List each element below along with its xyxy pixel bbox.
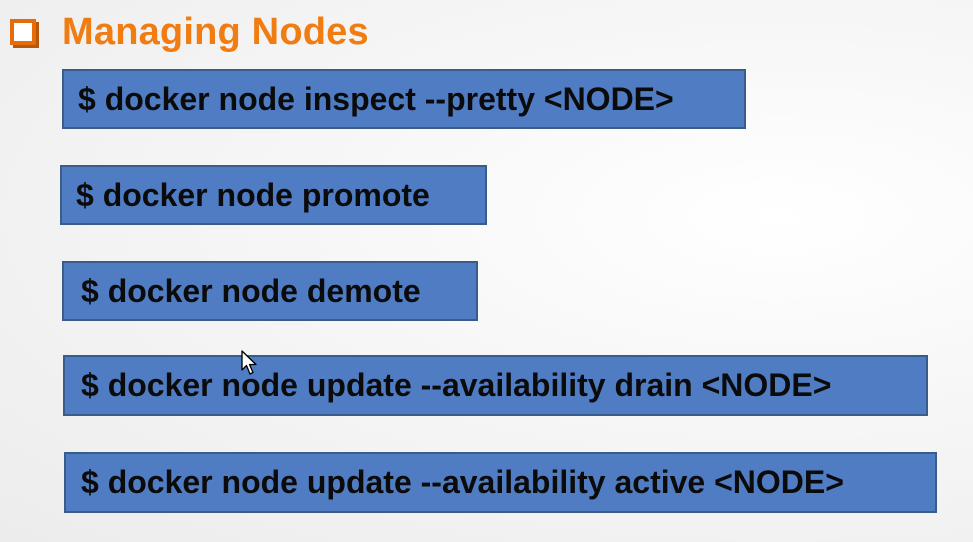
command-text: $ docker node update --availability acti…	[81, 464, 844, 500]
command-text: $ docker node inspect --pretty <NODE>	[78, 80, 674, 117]
command-box-availability-active: $ docker node update --availability acti…	[64, 452, 937, 513]
checkbox-bullet-icon	[10, 19, 36, 45]
mouse-pointer-icon	[241, 350, 257, 375]
command-text: $ docker node promote	[76, 176, 430, 213]
command-box-node-inspect: $ docker node inspect --pretty <NODE>	[62, 69, 746, 129]
command-text: $ docker node update --availability drai…	[81, 367, 832, 403]
slide-title: Managing Nodes	[62, 10, 369, 53]
command-box-node-promote: $ docker node promote	[60, 165, 487, 225]
slide-title-row: Managing Nodes	[10, 10, 369, 54]
command-box-node-demote: $ docker node demote	[62, 261, 478, 321]
command-text: $ docker node demote	[81, 272, 421, 309]
command-box-availability-drain: $ docker node update --availability drai…	[63, 355, 928, 416]
